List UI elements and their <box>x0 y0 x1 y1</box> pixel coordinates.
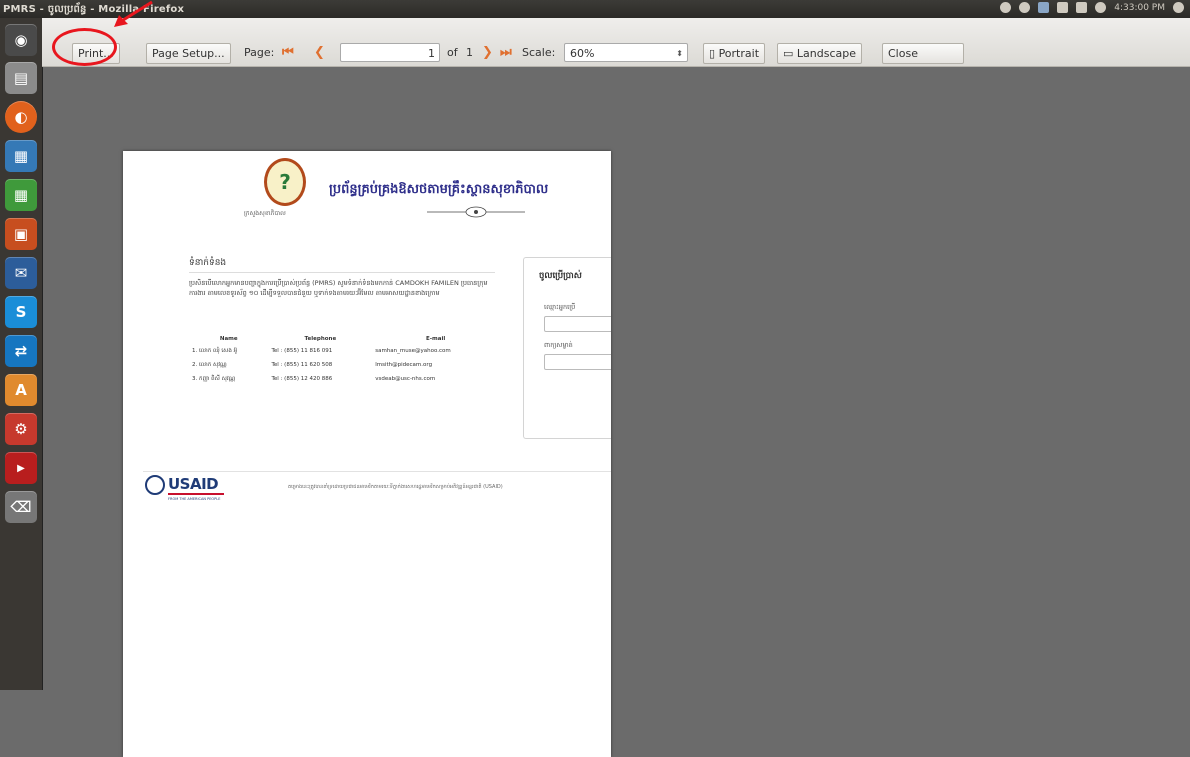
portrait-label: Portrait <box>718 47 760 60</box>
system-settings-icon[interactable]: ⚙ <box>5 413 37 445</box>
calc-icon[interactable]: ▦ <box>5 179 37 211</box>
column-header: Telephone <box>304 336 337 342</box>
launcher: ◉ ▤ ◐ ▦ ▦ ▣ ✉ S ⇄ A ⚙ ▶ ⌫ <box>0 18 43 690</box>
youtube-icon[interactable]: ▶ <box>5 452 37 484</box>
column-header: Name <box>219 336 238 342</box>
password-field <box>544 354 611 370</box>
contact-table: Name Telephone E-mail 1. លោក ឈុំ សេង អ៊ូ… <box>189 334 499 386</box>
files-icon[interactable]: ▤ <box>5 62 37 94</box>
trash-icon[interactable]: ⌫ <box>5 491 37 523</box>
software-center-icon[interactable]: A <box>5 374 37 406</box>
volume-icon[interactable] <box>1095 2 1107 13</box>
contact-phone: Tel : (855) 12 420 886 <box>271 376 333 382</box>
skype-icon[interactable]: S <box>5 296 37 328</box>
table-header-row: Name Telephone E-mail <box>189 334 499 344</box>
usaid-tagline: FROM THE AMERICAN PEOPLE <box>168 497 221 501</box>
window-title: PMRS - ចូលប្រព័ន្ធ - Mozilla Firefox <box>3 4 185 15</box>
portrait-button[interactable]: ▯ Portrait <box>703 43 766 64</box>
password-label: ពាក្យសម្ងាត់ <box>544 341 573 349</box>
contact-name: 3. កញ្ញា ពិសី សុវណ្ណ <box>192 376 236 382</box>
system-tray: 4:33:00 PM <box>1000 2 1184 13</box>
of-label: of <box>447 46 458 59</box>
table-row: 3. កញ្ញា ពិសី សុវណ្ណ Tel : (855) 12 420 … <box>189 372 499 386</box>
last-page-icon[interactable]: ⏭ <box>500 43 512 62</box>
usaid-underline <box>168 493 224 495</box>
page-setup-button[interactable]: Page Setup... <box>146 43 231 64</box>
page-number-input[interactable]: 1 <box>340 43 440 62</box>
table-row: 2. លោក សុវណ្ណ Tel : (855) 11 620 508 lms… <box>189 358 499 372</box>
page-label: Page: <box>244 46 275 59</box>
contact-intro-text: ប្រសិនបើលោកអ្នកមានបញ្ហាក្នុងការប្រើប្រាស… <box>189 279 488 297</box>
contact-email: samhan_muse@yahoo.com <box>375 348 451 354</box>
top-panel: PMRS - ចូលប្រព័ន្ធ - Mozilla Firefox 4:3… <box>0 0 1190 18</box>
preview-page: ? ក្រសួងសុខាភិបាល ប្រព័ន្ធគ្រប់គ្រងឱសថតា… <box>123 151 611 757</box>
wifi-icon[interactable] <box>1019 2 1031 13</box>
table-row: 1. លោក ឈុំ សេង អ៊ូ Tel : (855) 11 816 09… <box>189 344 499 358</box>
logo-caption: ក្រសួងសុខាភិបាល <box>244 210 286 217</box>
mail-icon[interactable] <box>1057 2 1069 13</box>
contact-phone: Tel : (855) 11 816 091 <box>271 348 333 354</box>
battery-icon[interactable] <box>1076 2 1088 13</box>
chrome-icon[interactable] <box>1000 2 1012 13</box>
portrait-icon: ▯ <box>709 47 719 60</box>
page-title: ប្រព័ន្ធគ្រប់គ្រងឱសថតាមគ្រឹះស្ថានសុខាភិប… <box>329 182 549 197</box>
contact-name: 1. លោក ឈុំ សេង អ៊ូ <box>192 348 238 354</box>
landscape-label: Landscape <box>796 47 856 60</box>
chevron-up-down-icon: ⬍ <box>676 49 683 58</box>
scale-label: Scale: <box>522 46 556 59</box>
settings-gear-icon[interactable] <box>1173 2 1184 13</box>
ministry-logo: ? <box>264 158 306 206</box>
usaid-seal-icon <box>145 475 165 495</box>
contact-name: 2. លោក សុវណ្ណ <box>192 362 227 368</box>
username-field <box>544 316 611 332</box>
clock[interactable]: 4:33:00 PM <box>1114 3 1165 13</box>
scale-select[interactable]: 60% ⬍ <box>564 43 688 62</box>
contact-email: lmsith@pidecam.org <box>375 362 433 368</box>
footer-text: គម្រោងនេះត្រូវបានគាំទ្រដោយប្រជាជនអាមេរិក… <box>288 484 503 490</box>
annotation-circle <box>52 28 117 66</box>
footer-divider <box>143 471 611 472</box>
thunderbird-icon[interactable]: ✉ <box>5 257 37 289</box>
keyboard-icon[interactable] <box>1038 2 1050 13</box>
landscape-button[interactable]: ▭ Landscape <box>777 43 862 64</box>
contact-heading: ទំនាក់ទំនង <box>189 258 227 268</box>
print-preview-toolbar: Print... Page Setup... Page: ⏮ ❮ 1 of 1 … <box>42 18 1190 67</box>
login-panel: ចូលប្រើប្រាស់ ឈ្មោះអ្នកប្រើ ពាក្យសម្ងាត់ <box>523 257 611 439</box>
firefox-icon[interactable]: ◐ <box>5 101 37 133</box>
writer-icon[interactable]: ▦ <box>5 140 37 172</box>
landscape-icon: ▭ <box>783 47 797 60</box>
scale-value: 60% <box>570 47 595 60</box>
login-title: ចូលប្រើប្រាស់ <box>539 271 582 281</box>
ornament-divider <box>427 206 525 218</box>
first-page-icon[interactable]: ⏮ <box>282 43 294 62</box>
annotation-arrow-icon <box>114 0 153 27</box>
username-label: ឈ្មោះអ្នកប្រើ <box>544 303 576 311</box>
usaid-logo: USAID <box>168 475 219 493</box>
close-button[interactable]: Close <box>882 43 964 64</box>
teamviewer-icon[interactable]: ⇄ <box>5 335 37 367</box>
column-header: E-mail <box>425 336 446 342</box>
contact-email: vsdeab@usc-nhs.com <box>375 376 436 382</box>
impress-icon[interactable]: ▣ <box>5 218 37 250</box>
divider <box>189 272 495 273</box>
ubuntu-dash-icon[interactable]: ◉ <box>5 24 37 56</box>
previous-page-icon[interactable]: ❮ <box>314 43 325 62</box>
next-page-icon[interactable]: ❯ <box>482 43 493 62</box>
total-pages: 1 <box>466 46 473 59</box>
preview-area: ? ក្រសួងសុខាភិបាល ប្រព័ន្ធគ្រប់គ្រងឱសថតា… <box>43 67 1190 757</box>
contact-phone: Tel : (855) 11 620 508 <box>271 362 333 368</box>
